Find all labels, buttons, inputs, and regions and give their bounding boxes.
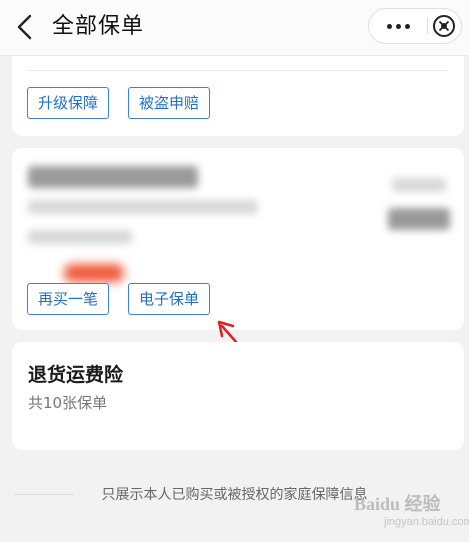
policy-category-card[interactable]: 退货运费险 共10张保单 [12,342,464,450]
watermark-url: jingyan.baidu.com [384,516,469,528]
annotation-arrow-icon [217,320,260,369]
watermark-logo: Baidu 经验 [354,494,441,514]
category-name: 退货运费险 [28,364,124,386]
watermark: Baidu 经验 jingyan.baidu.com [342,490,469,536]
policy-count: 共10张保单 [28,394,108,412]
